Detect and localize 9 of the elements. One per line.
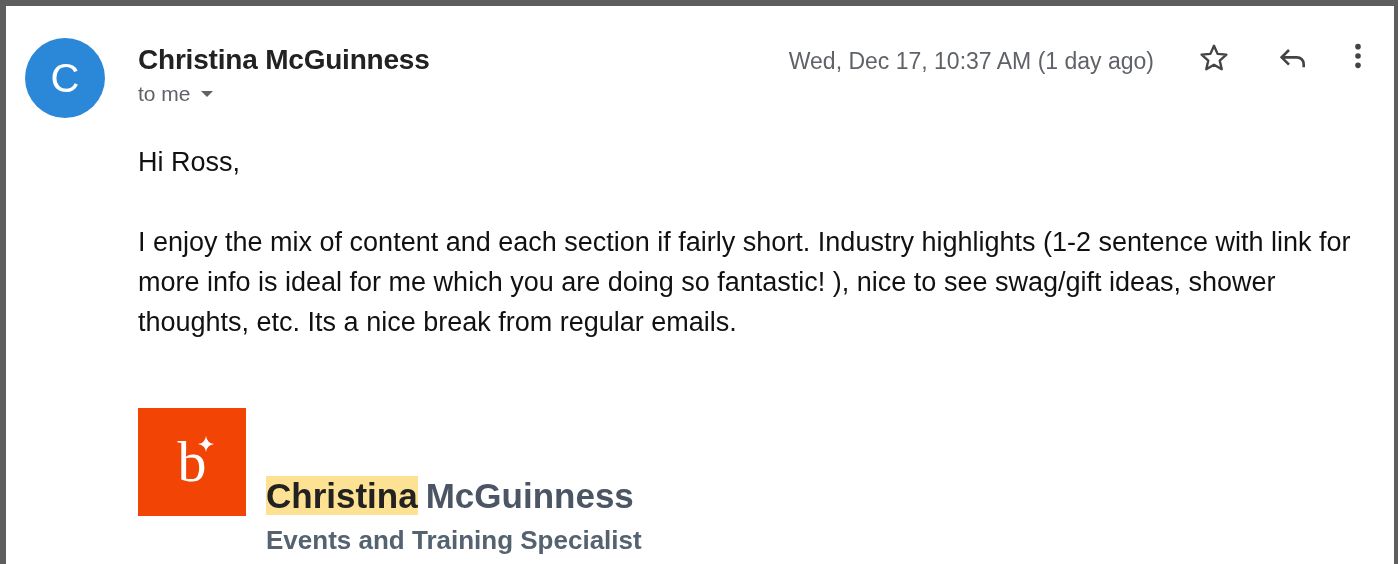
greeting-text: Hi Ross, xyxy=(138,146,241,179)
sender-avatar: C xyxy=(25,38,105,118)
sender-name: Christina McGuinness xyxy=(138,44,431,76)
message-paragraph: I enjoy the mix of content and each section if fairly short. Industry highlights (1-2 sentence with link for more info is ideal for me which you are doing so fantastic! ), nice to see swag/gift ideas, shower thoughts, etc. Its a nice break from regular emails. xyxy=(138,226,1352,339)
recipient-label: to me xyxy=(138,82,191,106)
signature-title: Events and Training Specialist xyxy=(266,524,642,556)
email-date: Wed, Dec 17, 10:37 AM (1 day ago) xyxy=(788,48,1154,75)
company-logo: b xyxy=(138,408,246,516)
signature-name: Christina McGuinness xyxy=(266,476,635,516)
